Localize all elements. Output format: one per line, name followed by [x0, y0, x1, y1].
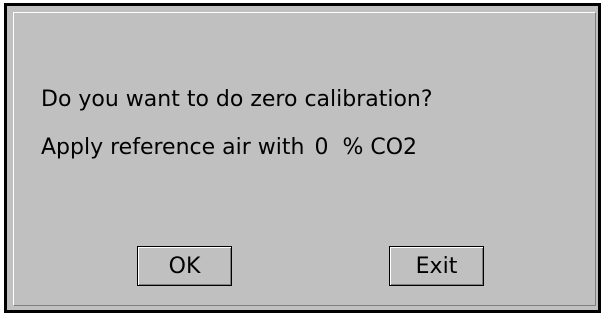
reference-air-instruction: Apply reference air with 0 % CO2 — [41, 137, 417, 159]
co2-value: 0 — [314, 135, 329, 160]
calibration-dialog: Do you want to do zero calibration? Appl… — [4, 3, 601, 313]
instruction-prefix: Apply reference air with — [41, 135, 305, 160]
exit-button[interactable]: Exit — [389, 246, 484, 286]
co2-unit: % CO2 — [342, 135, 418, 160]
ok-button[interactable]: OK — [137, 246, 232, 286]
calibration-question: Do you want to do zero calibration? — [41, 87, 433, 112]
